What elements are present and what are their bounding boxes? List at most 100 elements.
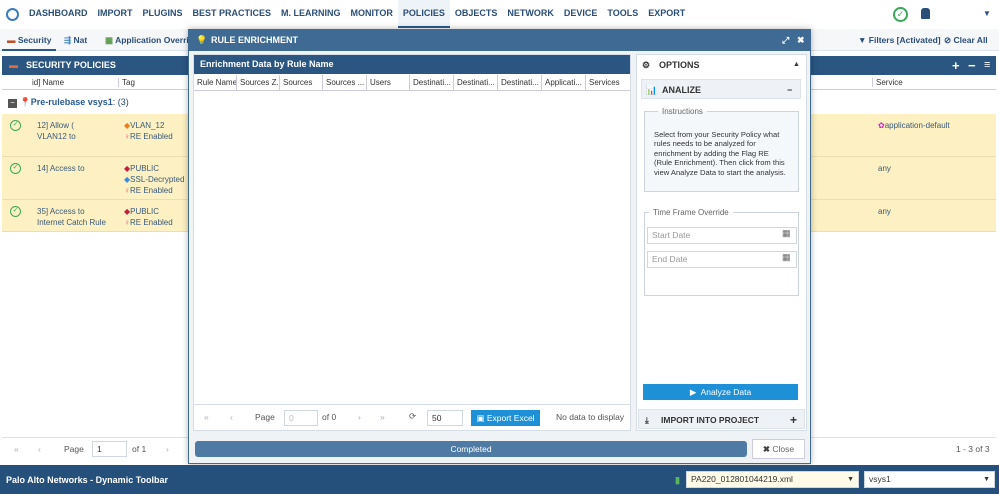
enabled-check-icon: ✓ [10,206,21,217]
chevron-down-icon: ▼ [983,476,990,483]
collapse-icon[interactable]: − [8,99,17,108]
col-applications[interactable]: Applicati... [542,75,586,91]
analize-title: ANALIZE [662,85,701,95]
nav-import[interactable]: IMPORT [93,0,138,28]
col-users[interactable]: Users [367,75,410,91]
options-header[interactable]: ⚙ OPTIONS ▲ [637,55,806,75]
lightbulb-icon: 💡 [196,35,208,45]
nav-device[interactable]: DEVICE [559,0,603,28]
collapse-icon[interactable]: − [787,80,792,100]
col-destination-3[interactable]: Destinati... [498,75,542,91]
calendar-icon[interactable]: ▦ [782,228,791,239]
first-page-icon[interactable]: « [14,444,19,454]
tab-app-override[interactable]: ▦ Application Overrid [105,29,194,51]
start-date-input[interactable]: Start Date [647,227,797,244]
first-page-icon[interactable]: « [204,412,209,422]
next-page-icon[interactable]: › [166,444,169,454]
last-page-icon[interactable]: » [380,412,385,422]
clear-all-button[interactable]: ⊘ Clear All [944,29,988,51]
prev-page-icon[interactable]: ‹ [38,444,41,454]
expand-icon[interactable]: + [790,410,797,430]
col-rule-name[interactable]: Rule Name [194,75,237,91]
play-icon: ▶ [689,387,697,397]
end-date-input[interactable]: End Date [647,251,797,268]
close-button[interactable]: ✖ Close [752,439,805,459]
nav-network[interactable]: NETWORK [502,0,559,28]
col-sources-other[interactable]: Sources ... [323,75,367,91]
close-icon[interactable]: ✖ [797,30,805,51]
chevron-down-icon[interactable]: ▼ [983,9,991,18]
import-project-header[interactable]: ⤓ IMPORT INTO PROJECT + [638,409,805,429]
page-label: Page [64,444,84,454]
tag: RE Enabled [130,132,173,141]
service-gear-icon: ✿ [878,121,885,130]
tag: VLAN_12 [130,121,165,130]
nav-export[interactable]: EXPORT [643,0,690,28]
status-ok-icon[interactable]: ✓ [893,7,908,22]
tab-nat-label: Nat [73,35,88,45]
collapse-up-icon[interactable]: ▲ [793,55,800,75]
col-services[interactable]: Services [586,75,630,91]
refresh-icon[interactable]: ⟳ [409,411,416,422]
progress-label: Completed [450,444,492,454]
tab-nat[interactable]: ⇶ Nat [64,29,87,51]
analyze-data-button[interactable]: ▶ Analyze Data [643,384,798,400]
file-icon: ▮ [675,475,680,485]
next-page-icon[interactable]: › [358,412,361,422]
nav-best-practices[interactable]: BEST PRACTICES [188,0,277,28]
filters-button[interactable]: ▼ Filters [Activated] [858,29,941,51]
page-count: of 1 [132,444,147,454]
calendar-icon[interactable]: ▦ [782,252,791,263]
group-count: : (3) [112,97,129,107]
add-icon[interactable]: + [952,56,960,75]
page-input[interactable]: 1 [92,441,127,457]
tag: RE Enabled [130,218,173,227]
nav-objects[interactable]: OBJECTS [450,0,503,28]
col-destination-2[interactable]: Destinati... [454,75,498,91]
maximize-icon[interactable]: ⤢ [782,30,789,51]
vsys-select[interactable]: vsys1 ▼ [864,471,995,488]
tag: SSL-Decrypted [130,175,185,184]
page-count: of 0 [322,412,337,422]
col-sources[interactable]: Sources [280,75,323,91]
group-label: Pre-rulebase vsys1 [30,97,113,107]
user-icon[interactable] [921,8,930,19]
nav-plugins[interactable]: PLUGINS [138,0,188,28]
nav-dashboard[interactable]: DASHBOARD [24,0,93,28]
dialog-title-bar[interactable]: 💡 RULE ENRICHMENT ⤢ ✖ [189,30,810,51]
toolbar-title: Palo Alto Networks - Dynamic Toolbar [6,475,169,485]
menu-icon[interactable]: ≡ [984,56,990,75]
service: any [878,164,891,173]
clear-icon: ⊘ [944,35,952,45]
enabled-check-icon: ✓ [10,163,21,174]
nav-m-learning[interactable]: M. LEARNING [276,0,346,28]
vsys-value: vsys1 [869,474,891,484]
tag: PUBLIC [130,164,160,173]
group-row[interactable]: − 📍Pre-rulebase vsys1: (3) [8,97,129,108]
col-service[interactable]: Service [872,78,903,87]
rule-enrichment-dialog: 💡 RULE ENRICHMENT ⤢ ✖ Enrichment Data by… [188,29,811,464]
page-size-input[interactable]: 50 [427,410,463,426]
remove-icon[interactable]: − [968,56,976,75]
dialog-title: RULE ENRICHMENT [211,35,298,45]
tab-security[interactable]: ▬ Security [2,29,57,51]
page-input[interactable]: 0 [284,410,318,426]
empty-message: No data to display [556,412,625,422]
nav-tools[interactable]: TOOLS [602,0,643,28]
col-destination-1[interactable]: Destinati... [410,75,454,91]
prev-page-icon[interactable]: ‹ [230,412,233,422]
nav-policies[interactable]: POLICIES [397,0,450,28]
grid-pager: « ‹ Page 0 of 0 › » ⟳ 50 ▣ Export Excel … [193,404,631,431]
bottom-toolbar: Palo Alto Networks - Dynamic Toolbar ▮ P… [0,465,999,494]
location-pin-icon: 📍 [19,97,31,107]
nav-monitor[interactable]: MONITOR [346,0,398,28]
analize-header[interactable]: 📊 ANALIZE − [641,79,801,99]
export-excel-button[interactable]: ▣ Export Excel [471,410,540,426]
col-name[interactable]: id] Name [32,78,64,87]
chevron-down-icon: ▼ [847,476,854,483]
col-sources-zone[interactable]: Sources Z... [237,75,280,91]
col-tag[interactable]: Tag [118,78,135,87]
rule-name-line2: Internet Catch Rule [37,218,106,227]
analyze-label: Analyze Data [700,387,752,397]
project-file-select[interactable]: PA220_012801044219.xml ▼ [686,471,859,488]
